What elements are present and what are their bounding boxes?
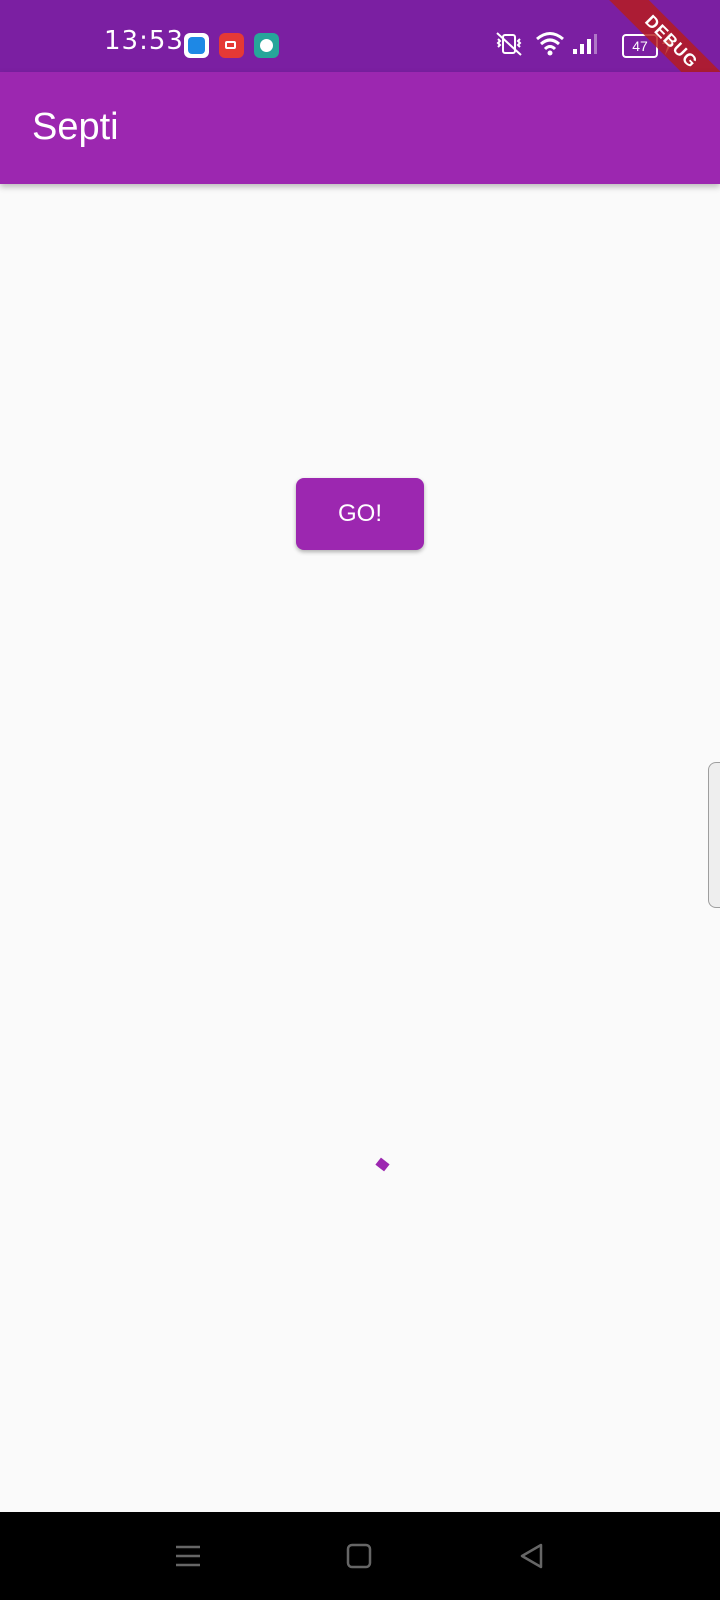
screen-recorder-icon	[219, 33, 244, 58]
confetti-particle	[375, 1157, 390, 1172]
battery-level: 47	[632, 38, 648, 54]
chat-notification-icon	[254, 33, 279, 58]
navigation-bar	[0, 1512, 720, 1600]
status-bar: 13:53 47 DEBUG	[0, 0, 720, 120]
back-icon[interactable]	[514, 1538, 550, 1574]
home-icon[interactable]	[341, 1538, 377, 1574]
app-screen: 13:53 47 DEBUG Septi GO!	[0, 0, 720, 1600]
app-title: Septi	[32, 106, 119, 148]
wifi-icon	[536, 32, 564, 56]
menu-icon[interactable]	[170, 1538, 206, 1574]
signal-icon	[573, 34, 597, 54]
app-bar: Septi	[0, 72, 720, 184]
app-notification-icon	[184, 33, 209, 58]
edge-panel-handle[interactable]	[708, 762, 720, 908]
vibrate-icon	[496, 32, 522, 56]
go-button[interactable]: GO!	[296, 478, 424, 550]
status-time: 13:53	[104, 26, 184, 56]
